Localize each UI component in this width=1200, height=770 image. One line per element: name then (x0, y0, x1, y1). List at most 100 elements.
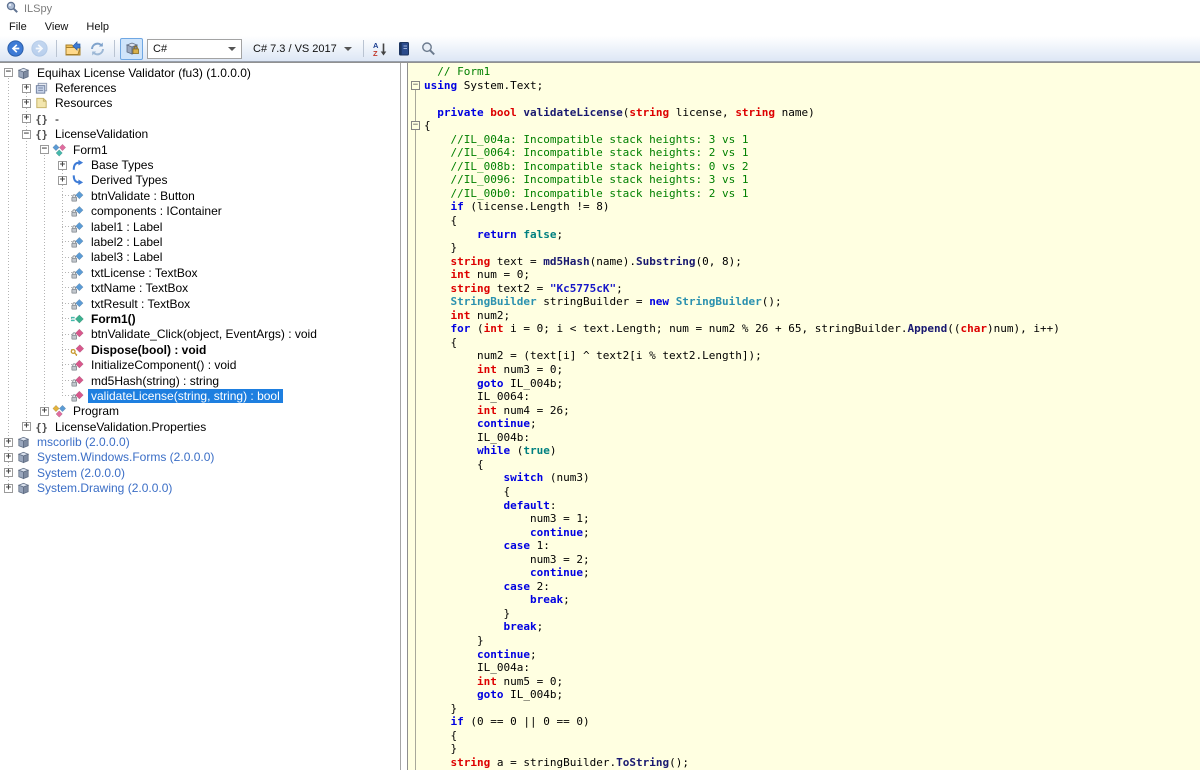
collapse-icon[interactable]: − (4, 68, 13, 77)
code-token: )num), i++) (987, 322, 1060, 335)
code-token: continue (477, 417, 530, 430)
code-token: : (550, 499, 557, 512)
api-browser-button[interactable] (393, 38, 416, 60)
expand-icon[interactable]: + (58, 161, 67, 170)
expand-icon[interactable]: + (58, 176, 67, 185)
title-bar: ILSpy (0, 0, 1200, 18)
expand-icon[interactable]: + (4, 453, 13, 462)
tree-item[interactable]: −{}LicenseValidation (0, 127, 400, 142)
tree-item-label: btnValidate : Button (88, 189, 198, 203)
sort-assemblies-button[interactable]: AZ (369, 38, 392, 60)
open-file-button[interactable] (62, 38, 85, 60)
menu-view[interactable]: View (36, 19, 78, 35)
field-icon (69, 204, 85, 218)
code-token: Substring (636, 255, 696, 268)
tree-item[interactable]: + Resources (0, 96, 400, 111)
code-token: IL_004b; (503, 377, 563, 390)
tree-item[interactable]: txtLicense : TextBox (0, 265, 400, 280)
code-token (424, 580, 503, 593)
tree-item-label: md5Hash(string) : string (88, 374, 222, 388)
code-line: case 1: (408, 539, 1200, 553)
code-token: using (424, 79, 457, 92)
assembly-visibility-toggle[interactable] (120, 38, 143, 60)
tree-item[interactable]: + Base Types (0, 157, 400, 172)
search-button[interactable] (417, 38, 440, 60)
code-line: //IL_004a: Incompatible stack heights: 3… (408, 133, 1200, 147)
expand-icon[interactable]: + (22, 84, 31, 93)
tree-item[interactable]: Dispose(bool) : void (0, 342, 400, 357)
code-token: switch (503, 471, 543, 484)
menu-bar: File View Help (0, 18, 1200, 36)
tree-item[interactable]: txtResult : TextBox (0, 296, 400, 311)
tree-item-label: LicenseValidation (52, 127, 151, 141)
code-line: } (408, 607, 1200, 621)
tree-item[interactable]: +{}LicenseValidation.Properties (0, 419, 400, 434)
assembly-tree[interactable]: −Equihax License Validator (fu3) (1.0.0.… (0, 63, 401, 770)
tree-item[interactable]: txtName : TextBox (0, 280, 400, 295)
expand-icon[interactable]: + (4, 484, 13, 493)
field-icon (69, 281, 85, 295)
code-token: break (503, 620, 536, 633)
code-token: } (424, 702, 457, 715)
menu-file[interactable]: File (0, 19, 36, 35)
tree-item[interactable]: −Form1 (0, 142, 400, 157)
expand-icon[interactable]: + (22, 99, 31, 108)
compiler-version-select[interactable]: C# 7.3 / VS 2017 (247, 39, 358, 59)
code-view[interactable]: // Form1−using System.Text; private bool… (407, 63, 1200, 770)
compiler-value: C# 7.3 / VS 2017 (253, 43, 337, 55)
code-token: for (451, 322, 471, 335)
expand-icon[interactable]: + (22, 422, 31, 431)
tree-item[interactable]: label1 : Label (0, 219, 400, 234)
tree-item[interactable]: InitializeComponent() : void (0, 357, 400, 372)
tree-item[interactable]: +mscorlib (2.0.0.0) (0, 434, 400, 449)
code-line: while (true) (408, 444, 1200, 458)
tree-item[interactable]: +System (2.0.0.0) (0, 465, 400, 480)
code-token: ; (530, 648, 537, 661)
tree-item[interactable]: md5Hash(string) : string (0, 373, 400, 388)
code-token: { (424, 458, 484, 471)
tree-item[interactable]: Form1() (0, 311, 400, 326)
tree-item[interactable]: +Derived Types (0, 173, 400, 188)
tree-item[interactable]: +Program (0, 404, 400, 419)
tree-item[interactable]: validateLicense(string, string) : bool (0, 388, 400, 403)
back-button[interactable] (4, 38, 27, 60)
expand-icon[interactable]: + (4, 468, 13, 477)
code-token: } (424, 607, 510, 620)
code-token: while (477, 444, 510, 457)
language-value: C# (153, 43, 167, 55)
expand-icon[interactable]: + (4, 438, 13, 447)
code-token: num4 = 26; (497, 404, 570, 417)
language-select[interactable]: C# (147, 39, 242, 59)
code-token: "Kc5775cK" (550, 282, 616, 295)
code-token: IL_004b; (503, 688, 563, 701)
collapse-icon[interactable]: − (22, 130, 31, 139)
tree-item[interactable]: −Equihax License Validator (fu3) (1.0.0.… (0, 65, 400, 80)
tree-item-label: Resources (52, 96, 115, 110)
code-token: IL_004a: (424, 661, 530, 674)
tree-guide-line (44, 152, 45, 414)
tree-item[interactable]: components : IContainer (0, 204, 400, 219)
tree-item-label: Base Types (88, 158, 156, 172)
tree-item[interactable]: +System.Drawing (2.0.0.0) (0, 481, 400, 496)
code-token (424, 417, 477, 430)
tree-item-label: References (52, 81, 119, 95)
menu-help[interactable]: Help (77, 19, 118, 35)
expand-icon[interactable]: + (22, 114, 31, 123)
code-line: int num2; (408, 309, 1200, 323)
collapse-icon[interactable]: − (40, 145, 49, 154)
tree-item-label: components : IContainer (88, 204, 225, 218)
fold-collapse-icon[interactable]: − (411, 121, 420, 130)
fold-collapse-icon[interactable]: − (411, 81, 420, 90)
tree-item[interactable]: label3 : Label (0, 250, 400, 265)
tree-item[interactable]: +System.Windows.Forms (2.0.0.0) (0, 450, 400, 465)
reload-button[interactable] (86, 38, 109, 60)
code-line: num2 = (text[i] ^ text2[i % text2.Length… (408, 349, 1200, 363)
tree-item-label: txtName : TextBox (88, 281, 191, 295)
expand-icon[interactable]: + (40, 407, 49, 416)
tree-item[interactable]: +{}- (0, 111, 400, 126)
tree-item[interactable]: btnValidate : Button (0, 188, 400, 203)
tree-item[interactable]: + References (0, 80, 400, 95)
tree-item[interactable]: btnValidate_Click(object, EventArgs) : v… (0, 327, 400, 342)
forward-button[interactable] (28, 38, 51, 60)
tree-item[interactable]: label2 : Label (0, 234, 400, 249)
